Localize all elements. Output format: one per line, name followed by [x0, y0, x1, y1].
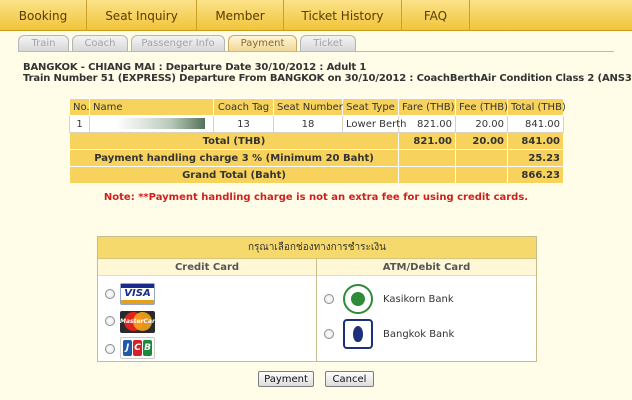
credit-card-column: Credit Card VISA MasterCard J C B	[98, 259, 317, 362]
debit-card-title: ATM/Debit Card	[317, 259, 536, 276]
handling-empty-2	[455, 149, 508, 167]
cell-total: 841.00	[507, 115, 564, 133]
handling-label: Payment handling charge 3 % (Minimum 20 …	[69, 149, 399, 167]
col-fare: Fare (THB)	[398, 98, 456, 116]
grand-empty-1	[398, 166, 456, 184]
nav-faq[interactable]: FAQ	[402, 0, 470, 31]
total-sum: 841.00	[507, 132, 564, 150]
grand-empty-2	[455, 166, 508, 184]
visa-label: VISA	[124, 288, 151, 299]
debit-card-column: ATM/Debit Card Kasikorn Bank Bangkok Ban…	[317, 259, 536, 362]
tab-passenger-info[interactable]: Passenger Info	[131, 35, 225, 51]
redacted-name	[93, 118, 205, 130]
nav-seat-inquiry[interactable]: Seat Inquiry	[87, 0, 197, 31]
tab-payment[interactable]: Payment	[228, 35, 297, 51]
radio-mastercard[interactable]	[105, 316, 115, 326]
handling-value: 25.23	[507, 149, 564, 167]
cell-name-redacted	[89, 115, 214, 133]
cell-seat: 18	[273, 115, 343, 133]
col-name: Name	[89, 98, 214, 116]
cell-seat-type: Lower Berth	[342, 115, 407, 133]
total-label: Total (THB)	[69, 132, 399, 150]
fare-table: No. Name Coach Tag Seat Number Seat Type…	[69, 98, 566, 184]
nav-ticket-history[interactable]: Ticket History	[284, 0, 402, 31]
tab-ticket[interactable]: Ticket	[300, 35, 356, 51]
total-fee: 20.00	[455, 132, 508, 150]
payment-button[interactable]: Payment	[258, 371, 314, 387]
grand-total-row: Grand Total (Baht) 866.23	[69, 166, 564, 184]
bangkok-bank-label: Bangkok Bank	[383, 329, 455, 340]
cell-no: 1	[69, 115, 90, 133]
cancel-button[interactable]: Cancel	[325, 371, 374, 387]
bangkok-bank-logo-icon	[343, 319, 373, 349]
jcb-card-icon: J C B	[120, 337, 155, 359]
col-total: Total (THB)	[507, 98, 566, 116]
step-tabs: Train Coach Passenger Info Payment Ticke…	[18, 35, 359, 51]
col-seat-number: Seat Number	[273, 98, 343, 116]
tab-divider	[18, 51, 614, 52]
table-row: 1 13 18 Lower Berth 821.00 20.00 841.00	[69, 115, 564, 133]
nav-member[interactable]: Member	[197, 0, 284, 31]
mastercard-label: MasterCard	[120, 318, 155, 325]
col-fee: Fee (THB)	[455, 98, 508, 116]
visa-card-icon: VISA	[120, 283, 155, 305]
payment-method-box: กรุณาเลือกช่องทางการชำระเงิน Credit Card…	[97, 236, 537, 362]
cell-fee: 20.00	[455, 115, 508, 133]
col-no: No.	[69, 98, 90, 116]
payment-method-heading: กรุณาเลือกช่องทางการชำระเงิน	[98, 237, 536, 259]
credit-card-title: Credit Card	[98, 259, 316, 276]
radio-kasikorn[interactable]	[324, 294, 334, 304]
col-seat-type: Seat Type	[342, 98, 399, 116]
cell-coach: 13	[213, 115, 274, 133]
tab-train[interactable]: Train	[18, 35, 69, 51]
table-header-row: No. Name Coach Tag Seat Number Seat Type…	[69, 98, 566, 116]
radio-bangkok-bank[interactable]	[324, 329, 334, 339]
grand-total-value: 866.23	[507, 166, 564, 184]
jcb-letter-c: C	[133, 340, 142, 356]
jcb-letter-b: B	[143, 340, 152, 356]
kasikorn-bank-label: Kasikorn Bank	[383, 294, 454, 305]
handling-row: Payment handling charge 3 % (Minimum 20 …	[69, 149, 564, 167]
cell-fare: 821.00	[398, 115, 456, 133]
trip-train-info: Train Number 51 (EXPRESS) Departure From…	[23, 73, 632, 84]
grand-total-label: Grand Total (Baht)	[69, 166, 399, 184]
col-coach-tag: Coach Tag	[213, 98, 274, 116]
radio-visa[interactable]	[105, 289, 115, 299]
mastercard-icon: MasterCard	[120, 311, 155, 333]
jcb-letter-j: J	[123, 340, 132, 356]
trip-route: BANGKOK - CHIANG MAI : Departure Date 30…	[23, 62, 367, 73]
kasikorn-bank-logo-icon	[343, 284, 373, 314]
tab-coach[interactable]: Coach	[72, 35, 128, 51]
top-nav: Booking Seat Inquiry Member Ticket Histo…	[0, 0, 632, 31]
handling-empty-1	[398, 149, 456, 167]
handling-note: Note: **Payment handling charge is not a…	[103, 192, 529, 203]
total-fare: 821.00	[398, 132, 456, 150]
total-row: Total (THB) 821.00 20.00 841.00	[69, 132, 564, 150]
nav-booking[interactable]: Booking	[0, 0, 87, 31]
radio-jcb[interactable]	[105, 344, 115, 354]
